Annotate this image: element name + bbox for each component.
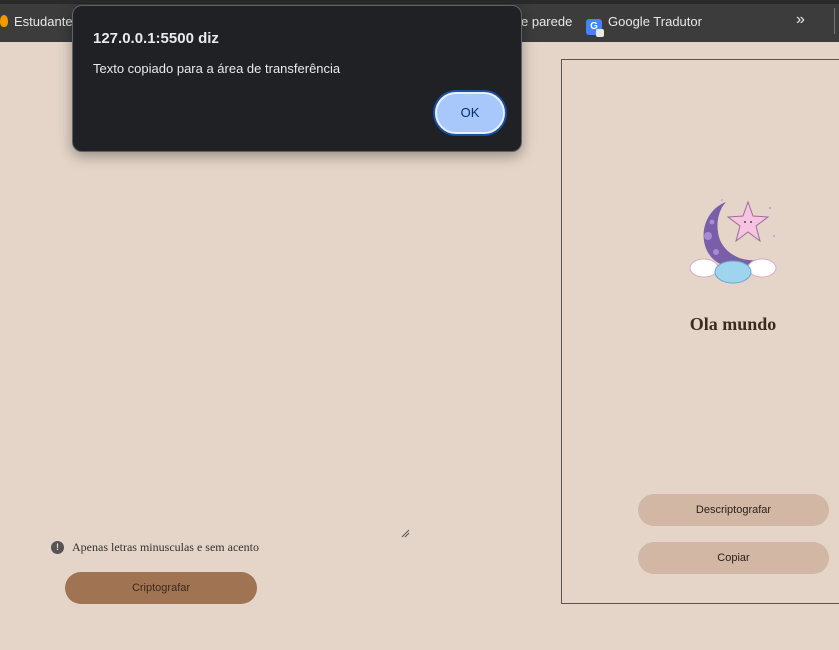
more-bookmarks-button[interactable]: » — [796, 11, 805, 29]
bookmark-parede[interactable]: e parede — [521, 14, 572, 29]
tab-strip-edge — [0, 0, 839, 4]
bookmark-parede-label: e parede — [521, 14, 573, 29]
exclamation-icon: ! — [51, 541, 64, 554]
hint-text: Apenas letras minusculas e sem acento — [72, 540, 259, 554]
copy-button[interactable]: Copiar — [638, 542, 829, 574]
message-input[interactable] — [40, 160, 412, 538]
moon-star-clouds-illustration — [689, 199, 777, 284]
output-title: Ola mundo — [689, 314, 777, 334]
bookmark-tradutor-label: Google Tradutor — [608, 14, 702, 29]
google-translate-icon: G — [586, 19, 604, 37]
output-panel: Ola mundo Descriptografar Copiar — [561, 59, 839, 604]
alert-ok-button[interactable]: OK — [435, 92, 505, 134]
alert-dialog: 127.0.0.1:5500 diz Texto copiado para a … — [72, 5, 522, 152]
bookmark-estudante[interactable]: Estudante — [0, 14, 73, 29]
encrypt-button[interactable]: Criptografar — [65, 572, 257, 604]
input-hint: ! Apenas letras minusculas e sem acento — [51, 540, 259, 555]
decrypt-button[interactable]: Descriptografar — [638, 494, 829, 526]
alert-message: Texto copiado para a área de transferênc… — [93, 61, 341, 76]
bookmark-estudante-label: Estudante — [14, 14, 73, 29]
resize-grip-icon[interactable] — [400, 528, 410, 538]
bookmark-google-tradutor[interactable]: G Google Tradutor — [586, 14, 702, 37]
toolbar-divider — [834, 8, 835, 34]
alert-title: 127.0.0.1:5500 diz — [93, 30, 219, 47]
bookmark-favicon-icon — [0, 15, 8, 27]
